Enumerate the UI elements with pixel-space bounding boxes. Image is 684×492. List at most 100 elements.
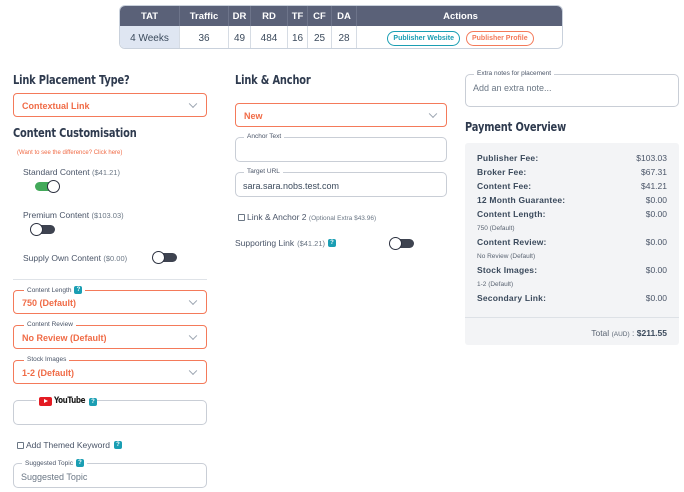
cell-tat: 4 Weeks [120,26,179,48]
help-icon[interactable]: ? [113,441,122,449]
payment-row-value: $41.21 [641,181,667,191]
link-anchor-select[interactable]: New [235,103,447,127]
content-review-value: No Review (Default) [22,333,107,343]
difference-link[interactable]: (Want to see the difference? Click here) [17,150,122,156]
help-icon[interactable]: ? [74,286,83,294]
suggested-topic-label: Suggested Topic? [22,459,87,467]
anchor-text-field[interactable]: Anchor Text [235,133,447,162]
extra-notes-label: Extra notes for placement [474,70,555,77]
premium-content-option: Premium Content ($103.03) [23,210,124,220]
payment-row-label: Stock Images: [477,265,538,275]
link-anchor-title: Link & Anchor [235,73,311,87]
content-length-label: Content Length? [24,286,86,294]
supporting-link-price: ($41.21) [297,238,326,248]
chevron-down-icon [428,109,438,119]
stock-images-select[interactable]: Stock Images 1-2 (Default) [13,356,207,384]
target-url-value: sara.sara.nobs.test.com [243,181,340,191]
payment-row-value: $0.00 [645,293,667,303]
stock-images-value: 1-2 (Default) [22,368,75,378]
target-url-field[interactable]: Target URL sara.sara.nobs.test.com [235,168,447,197]
payment-row-label: Content Review: [477,237,547,247]
divider [465,317,679,318]
total-currency: (AUD) [611,331,630,338]
header-dr: DR [228,6,250,26]
publisher-website-button[interactable]: Publisher Website [387,30,460,46]
payment-row-value: $0.00 [645,265,667,275]
chevron-down-icon [188,366,198,376]
header-cf: CF [307,6,331,26]
placement-type-select[interactable]: Contextual Link [13,93,207,117]
link-anchor-2-extra: (Optional Extra $43.96) [308,215,377,222]
content-review-select[interactable]: Content Review No Review (Default) [13,321,207,349]
publisher-profile-button[interactable]: Publisher Profile [465,30,534,46]
link-anchor-value: New [244,111,263,121]
cell-da: 28 [331,26,356,48]
help-icon[interactable]: ? [75,459,84,467]
supply-own-content-toggle[interactable] [152,250,177,264]
premium-content-price: ($103.03) [91,211,124,220]
payment-row-value: $0.00 [645,209,667,219]
placement-title: Link Placement Type? [13,73,130,87]
total-label: Total [591,328,610,338]
supply-own-content-price: ($0.00) [103,254,128,263]
payment-overview-panel: Publisher Fee: $103.03 Broker Fee: $67.3… [465,143,679,345]
cell-traffic: 36 [179,26,228,48]
standard-content-price: ($41.21) [92,168,120,177]
anchor-text-label: Anchor Text [244,133,285,140]
suggested-topic-field[interactable]: Suggested Topic? Suggested Topic [13,459,207,488]
payment-row-sub: 750 (Default) [477,225,515,232]
standard-content-label: Standard Content [23,167,90,177]
target-url-label: Target URL [244,168,283,175]
header-tf: TF [287,6,307,26]
youtube-play-icon [39,396,52,406]
youtube-logo: YouTube [36,396,94,406]
metrics-table: TAT Traffic DR RD TF CF DA Actions 4 Wee… [119,5,563,49]
payment-row-label: Secondary Link: [477,293,547,303]
payment-row-value: $103.03 [636,153,667,163]
payment-row-label: Broker Fee: [477,167,527,177]
premium-content-label: Premium Content [23,210,90,220]
suggested-topic-placeholder: Suggested Topic [21,472,88,482]
payment-row-label: 12 Month Guarantee: [477,195,566,205]
help-icon[interactable]: ? [328,239,337,247]
content-length-select[interactable]: Content Length? 750 (Default) [13,286,207,314]
link-anchor-2-checkbox[interactable] [238,214,245,221]
content-review-label: Content Review [24,321,76,328]
supporting-link-label: Supporting Link [235,238,295,248]
stock-images-label: Stock Images [24,356,70,363]
header-actions: Actions [356,6,562,26]
extra-notes-field[interactable]: Extra notes for placement Add an extra n… [465,70,679,107]
extra-notes-placeholder: Add an extra note... [473,83,552,93]
chevron-down-icon [188,296,198,306]
payment-row-sub: 1-2 (Default) [477,281,514,288]
supporting-link-toggle[interactable] [389,236,414,250]
cell-cf: 25 [307,26,331,48]
payment-row-label: Publisher Fee: [477,153,539,163]
help-icon[interactable]: ? [89,398,97,406]
header-rd: RD [250,6,287,26]
supporting-link-option: Supporting Link ($41.21) ? [235,238,337,248]
premium-content-toggle[interactable] [30,222,55,236]
header-traffic: Traffic [179,6,228,26]
customisation-title: Content Customisation [13,126,137,140]
payment-row-value: $67.31 [641,167,667,177]
cell-rd: 484 [250,26,287,48]
divider [13,279,207,280]
header-tat: TAT [140,10,159,22]
cell-actions: Publisher Website Publisher Profile [356,26,562,48]
payment-total: Total (AUD) : $211.55 [591,328,667,338]
total-value: $211.55 [636,328,667,338]
payment-row-label: Content Length: [477,209,546,219]
metrics-data-row: 4 Weeks 36 49 484 16 25 28 Publisher Web… [120,26,562,48]
placement-type-value: Contextual Link [22,101,90,111]
chevron-down-icon [188,99,198,109]
youtube-wordmark: YouTube [54,396,86,406]
standard-content-option: Standard Content ($41.21) [23,167,120,177]
payment-row-value: $0.00 [645,195,667,205]
themed-keyword-checkbox[interactable] [17,442,24,449]
payment-title: Payment Overview [465,120,567,134]
supply-own-content-label: Supply Own Content [23,253,101,263]
payment-row-value: $0.00 [645,237,667,247]
standard-content-toggle[interactable] [35,179,60,193]
payment-row-label: Content Fee: [477,181,532,191]
